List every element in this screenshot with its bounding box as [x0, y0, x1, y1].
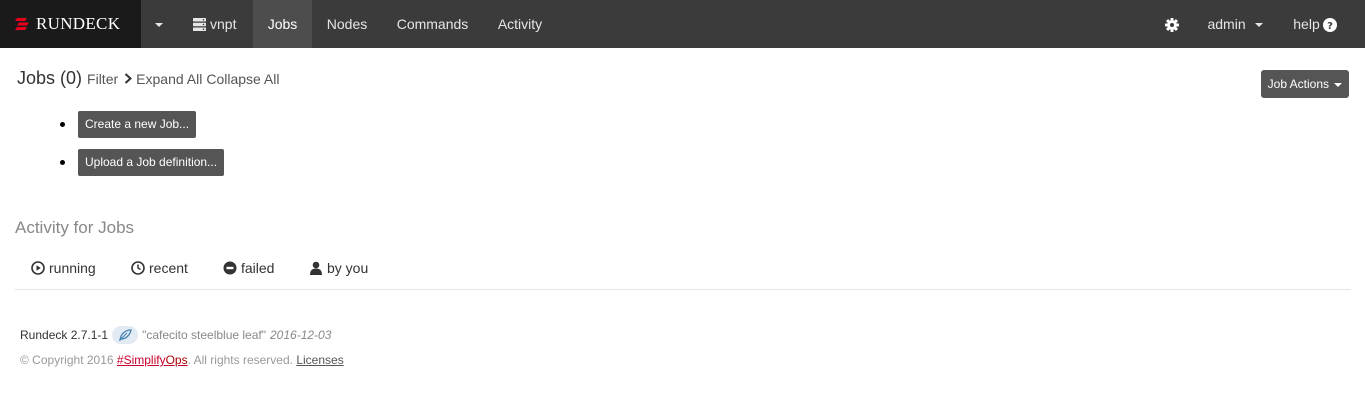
user-icon — [310, 261, 322, 275]
play-circle-icon — [31, 261, 45, 275]
user-menu[interactable]: admin — [1196, 0, 1274, 48]
tab-running[interactable]: running — [31, 260, 96, 276]
upload-job-button[interactable]: Upload a Job definition... — [78, 149, 225, 176]
brand-link[interactable]: RUNDECK — [0, 0, 141, 48]
project-dropdown-toggle[interactable] — [141, 0, 177, 48]
tab-recent[interactable]: recent — [131, 260, 188, 276]
rights-text: . All rights reserved. — [187, 353, 293, 367]
jobs-header: Jobs (0) Filter Expand All Collapse All — [17, 68, 279, 89]
release-date: 2016-12-03 — [270, 328, 332, 342]
nav-nodes[interactable]: Nodes — [312, 0, 382, 48]
question-circle-icon: ? — [1322, 18, 1337, 32]
copyright-text: © Copyright 2016 — [20, 353, 114, 367]
simplifyops-link[interactable]: #SimplifyOps — [117, 353, 188, 367]
nav-jobs[interactable]: Jobs — [253, 0, 312, 48]
leaf-icon — [119, 329, 132, 341]
svg-text:?: ? — [1327, 21, 1333, 32]
gear-icon — [1165, 18, 1179, 32]
tab-label: running — [49, 260, 96, 276]
tab-label: by you — [327, 260, 369, 276]
tab-by-you[interactable]: by you — [309, 260, 368, 276]
top-navbar: RUNDECK vnpt Jobs Nodes Commands Activit… — [0, 0, 1365, 48]
ops-text: Ops — [165, 353, 188, 367]
tab-failed[interactable]: failed — [223, 260, 274, 276]
leaf-badge — [112, 326, 139, 344]
release-codename: "cafecito steelblue leaf" — [142, 328, 266, 342]
chevron-right-icon[interactable] — [124, 73, 133, 84]
licenses-link[interactable]: Licenses — [296, 353, 343, 367]
page-title: Jobs — [17, 68, 56, 88]
rundeck-logo-icon — [15, 18, 29, 30]
caret-down-icon — [1334, 82, 1343, 87]
activity-tabs: running recent failed by you — [15, 250, 1351, 290]
tab-label: failed — [241, 260, 275, 276]
help-label: help — [1293, 16, 1320, 32]
expand-all-link[interactable]: Expand All — [136, 71, 202, 87]
create-job-button[interactable]: Create a new Job... — [78, 111, 197, 138]
caret-down-icon — [155, 23, 163, 28]
help-link[interactable]: help ? — [1280, 0, 1350, 48]
nav-activity[interactable]: Activity — [483, 0, 557, 48]
bullet-icon — [60, 122, 65, 127]
server-icon — [193, 18, 206, 31]
simplify-text: #Simplify — [116, 353, 166, 367]
user-name: admin — [1207, 16, 1246, 32]
clock-icon — [131, 261, 145, 275]
settings-button[interactable] — [1155, 0, 1189, 48]
tab-label: recent — [149, 260, 188, 276]
job-actions-label: Job Actions — [1267, 77, 1330, 91]
bullet-icon — [60, 160, 65, 165]
job-actions-button[interactable]: Job Actions — [1261, 70, 1349, 98]
nav-commands[interactable]: Commands — [382, 0, 483, 48]
job-count: (0) — [60, 68, 83, 88]
caret-down-icon — [1254, 23, 1263, 28]
copyright: © Copyright 2016 #SimplifyOps. All right… — [20, 353, 344, 367]
project-name: vnpt — [210, 16, 237, 32]
project-link[interactable]: vnpt — [177, 0, 253, 48]
filter-toggle[interactable]: Filter — [87, 71, 118, 87]
version-text: Rundeck 2.7.1-1 — [20, 328, 109, 342]
activity-title: Activity for Jobs — [15, 218, 135, 237]
minus-circle-icon — [223, 261, 237, 275]
brand-name: RUNDECK — [36, 14, 121, 33]
collapse-all-link[interactable]: Collapse All — [206, 71, 279, 87]
version-info: Rundeck 2.7.1-1 "cafecito steelblue leaf… — [20, 326, 331, 344]
